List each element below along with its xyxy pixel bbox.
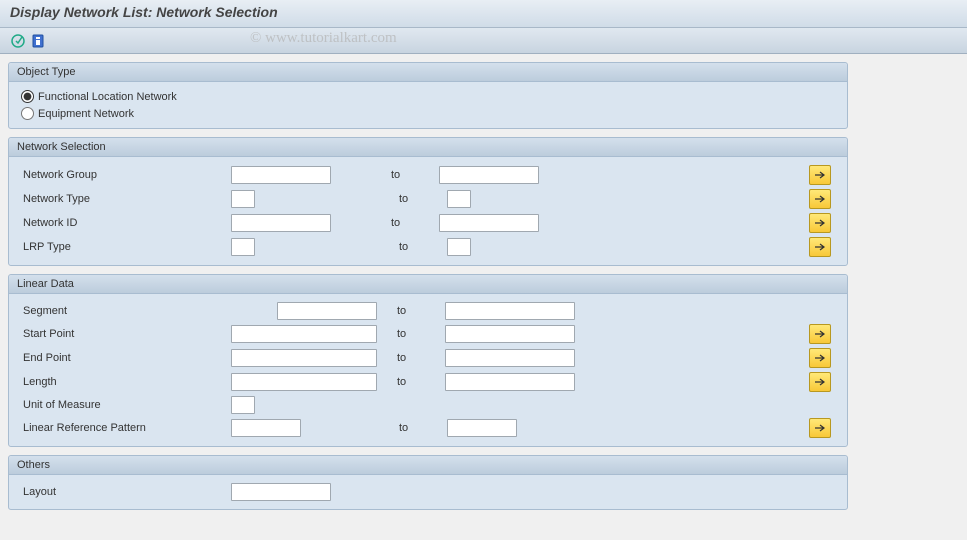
- radio-equipment-network[interactable]: [21, 107, 34, 120]
- panel-header-others: Others: [9, 456, 847, 475]
- input-end-point-from[interactable]: [231, 349, 377, 367]
- label-length: Length: [21, 376, 231, 388]
- info-icon[interactable]: [30, 33, 46, 49]
- label-network-id: Network ID: [21, 217, 231, 229]
- input-lrp-pattern-from[interactable]: [231, 419, 301, 437]
- content-area: Object Type Functional Location Network …: [0, 54, 967, 540]
- panel-object-type: Object Type Functional Location Network …: [8, 62, 848, 129]
- input-start-point-from[interactable]: [231, 325, 377, 343]
- panel-linear-data: Linear Data Segment to Start Point to En…: [8, 274, 848, 447]
- input-length-to[interactable]: [445, 373, 575, 391]
- multiple-selection-button[interactable]: [809, 237, 831, 257]
- multiple-selection-button[interactable]: [809, 165, 831, 185]
- input-end-point-to[interactable]: [445, 349, 575, 367]
- input-length-from[interactable]: [231, 373, 377, 391]
- watermark-text: © www.tutorialkart.com: [250, 30, 397, 47]
- multiple-selection-button[interactable]: [809, 213, 831, 233]
- radio-label-floc: Functional Location Network: [38, 91, 177, 103]
- multiple-selection-button[interactable]: [809, 372, 831, 392]
- panel-header-linear-data: Linear Data: [9, 275, 847, 294]
- title-bar: Display Network List: Network Selection: [0, 0, 967, 28]
- label-lrp-pattern: Linear Reference Pattern: [21, 422, 231, 434]
- label-lrp-type: LRP Type: [21, 241, 231, 253]
- input-network-group-from[interactable]: [231, 166, 331, 184]
- label-start-point: Start Point: [21, 328, 231, 340]
- to-label: to: [397, 305, 437, 317]
- input-network-type-from[interactable]: [231, 190, 255, 208]
- input-network-group-to[interactable]: [439, 166, 539, 184]
- multiple-selection-button[interactable]: [809, 324, 831, 344]
- input-segment-to[interactable]: [445, 302, 575, 320]
- to-label: to: [391, 169, 431, 181]
- page-title: Display Network List: Network Selection: [10, 4, 278, 20]
- execute-icon[interactable]: [10, 33, 26, 49]
- label-end-point: End Point: [21, 352, 231, 364]
- input-network-id-from[interactable]: [231, 214, 331, 232]
- label-network-group: Network Group: [21, 169, 231, 181]
- multiple-selection-button[interactable]: [809, 418, 831, 438]
- to-label: to: [399, 241, 439, 253]
- to-label: to: [399, 422, 439, 434]
- multiple-selection-button[interactable]: [809, 189, 831, 209]
- panel-header-object-type: Object Type: [9, 63, 847, 82]
- panel-others: Others Layout: [8, 455, 848, 510]
- radio-functional-location-network[interactable]: [21, 90, 34, 103]
- input-segment-from[interactable]: [277, 302, 377, 320]
- panel-header-network-selection: Network Selection: [9, 138, 847, 157]
- label-segment: Segment: [21, 305, 231, 317]
- to-label: to: [397, 328, 437, 340]
- to-label: to: [391, 217, 431, 229]
- to-label: to: [397, 352, 437, 364]
- input-network-id-to[interactable]: [439, 214, 539, 232]
- input-layout[interactable]: [231, 483, 331, 501]
- multiple-selection-button[interactable]: [809, 348, 831, 368]
- to-label: to: [399, 193, 439, 205]
- input-lrp-pattern-to[interactable]: [447, 419, 517, 437]
- label-layout: Layout: [21, 486, 231, 498]
- input-lrp-type-to[interactable]: [447, 238, 471, 256]
- input-network-type-to[interactable]: [447, 190, 471, 208]
- radio-label-equip: Equipment Network: [38, 108, 134, 120]
- label-network-type: Network Type: [21, 193, 231, 205]
- panel-network-selection: Network Selection Network Group to Netwo…: [8, 137, 848, 266]
- input-uom[interactable]: [231, 396, 255, 414]
- to-label: to: [397, 376, 437, 388]
- toolbar: © www.tutorialkart.com: [0, 28, 967, 54]
- label-uom: Unit of Measure: [21, 399, 231, 411]
- input-start-point-to[interactable]: [445, 325, 575, 343]
- input-lrp-type-from[interactable]: [231, 238, 255, 256]
